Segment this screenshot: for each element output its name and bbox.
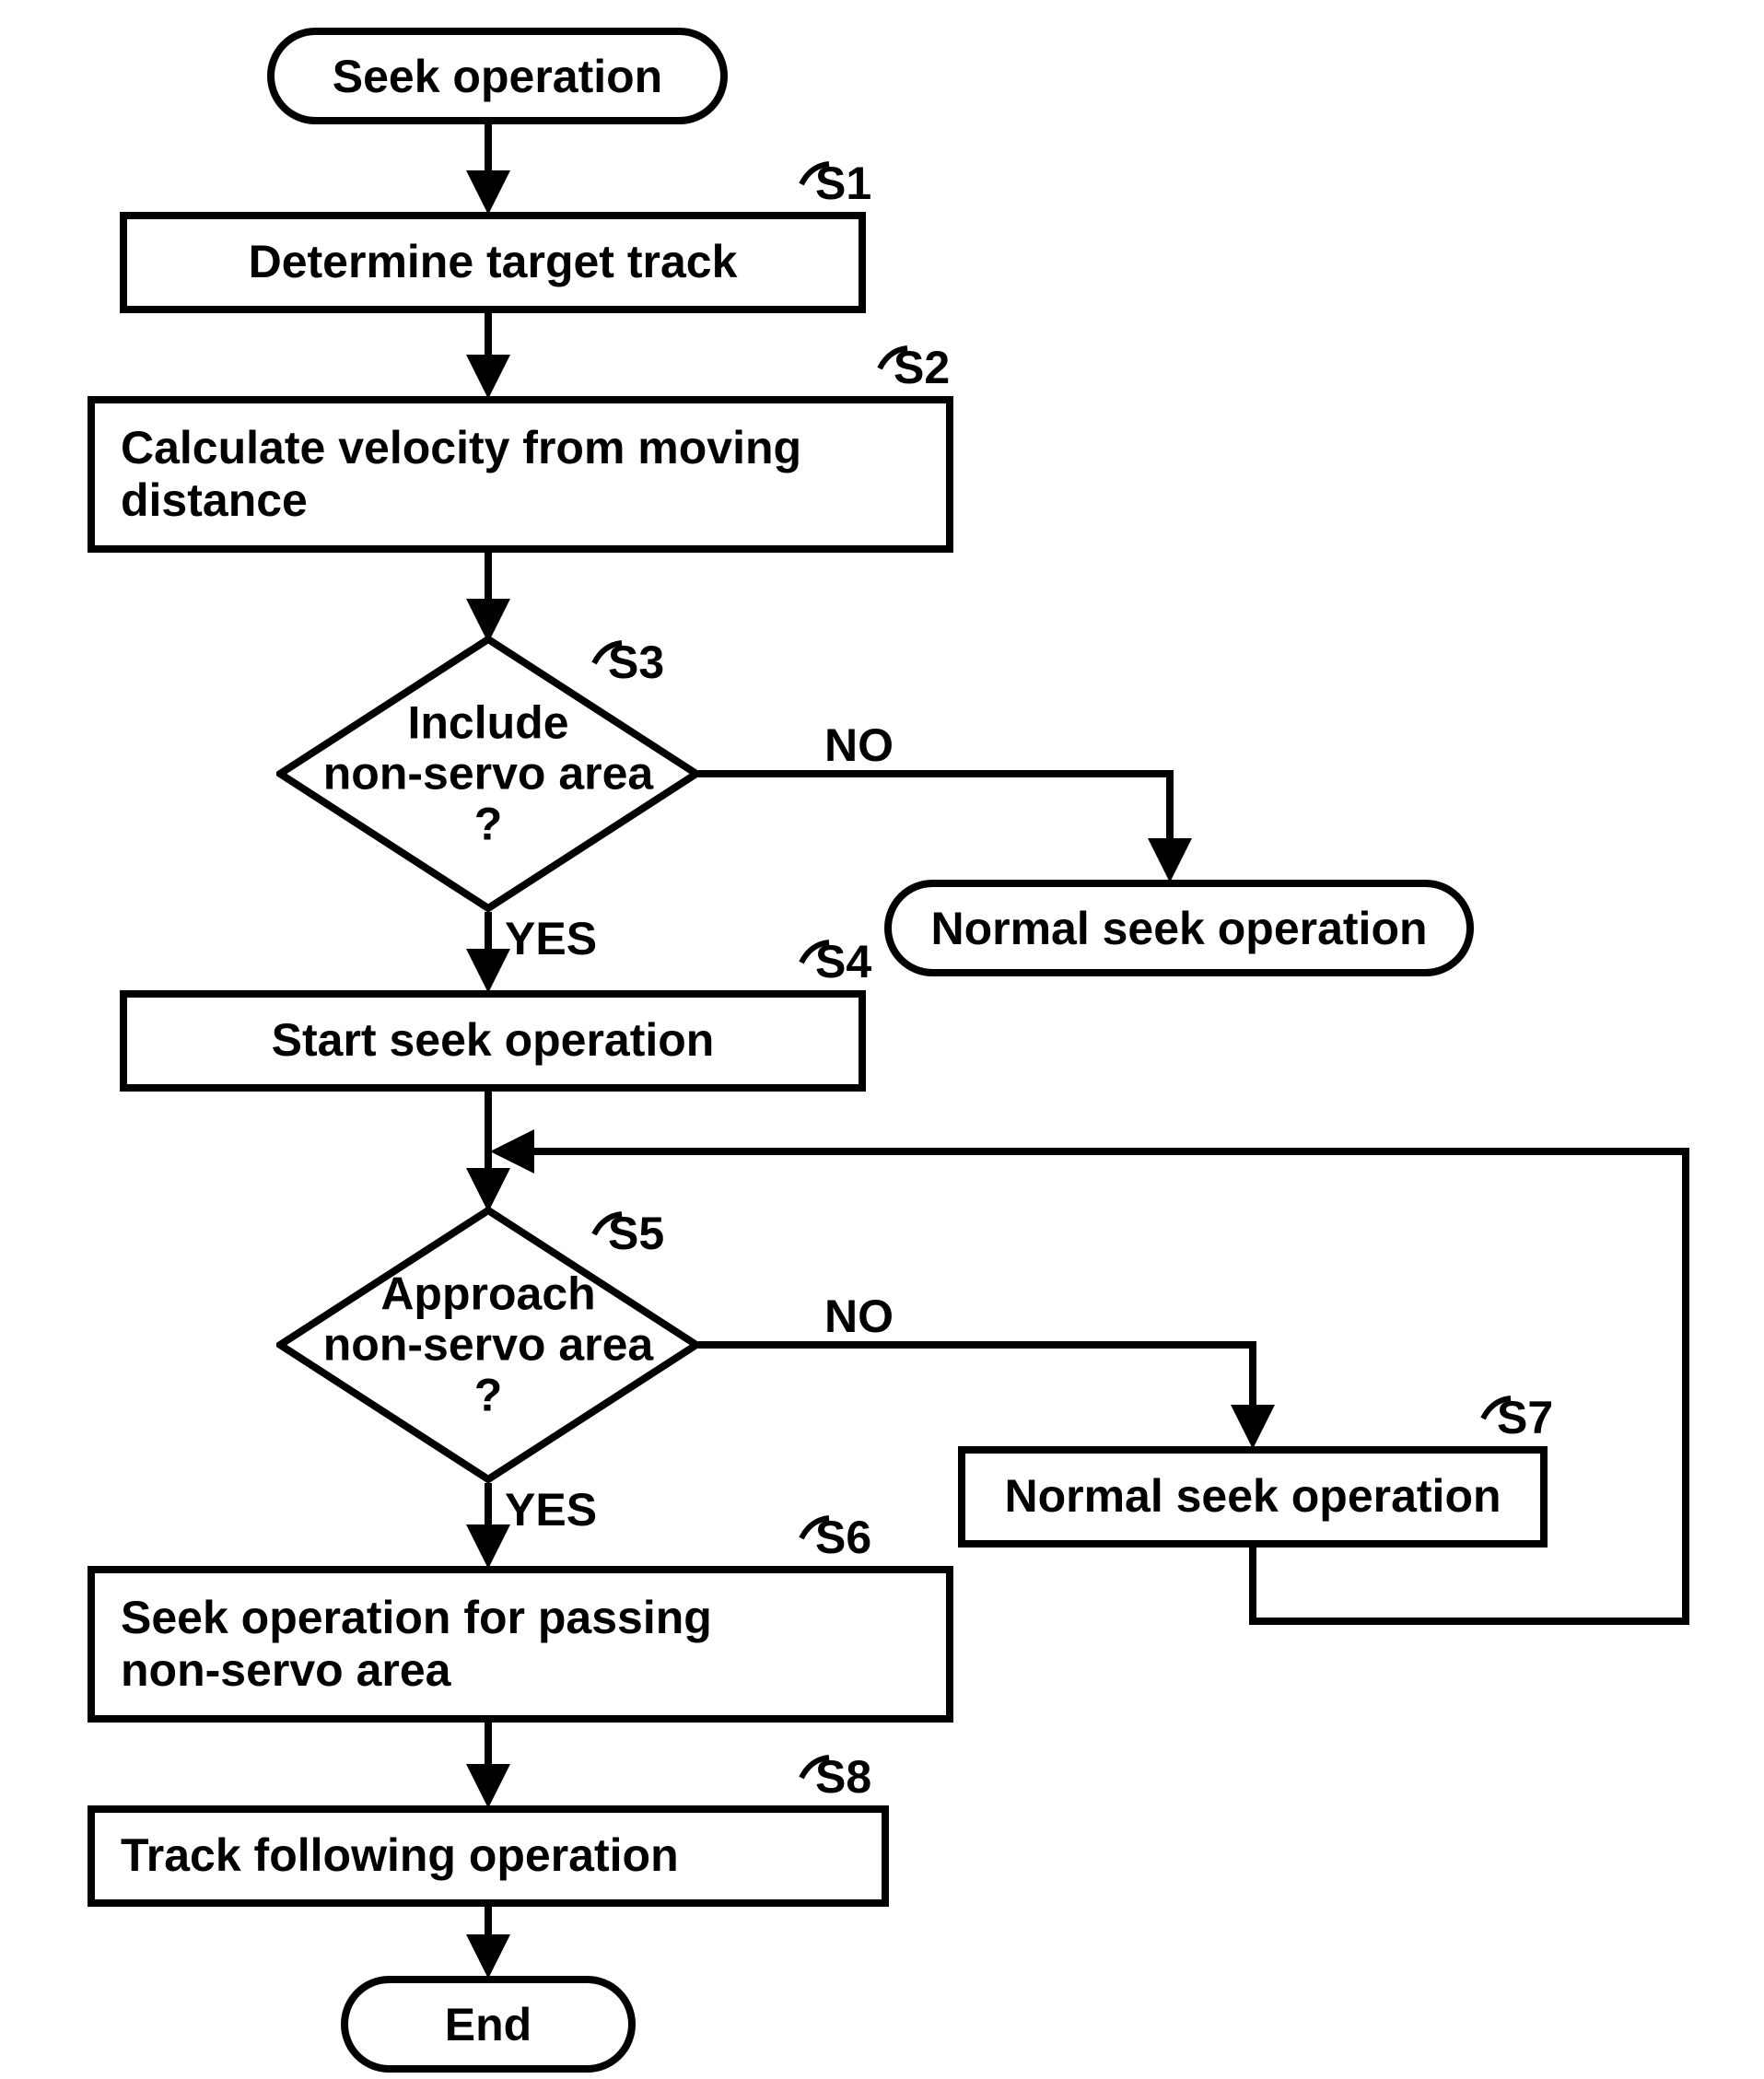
end-terminator: End: [341, 1976, 636, 2073]
end-text: End: [445, 1998, 532, 2051]
label-s7: S7: [1497, 1391, 1553, 1444]
process-s2: Calculate velocity from moving distance: [88, 396, 953, 553]
process-s8: Track following operation: [88, 1805, 889, 1907]
label-s3-no: NO: [824, 718, 894, 772]
label-s5-yes: YES: [505, 1483, 597, 1536]
decision-s3-text: Include non-servo area ?: [276, 698, 700, 850]
process-s8-text: Track following operation: [121, 1829, 679, 1883]
process-s1-text: Determine target track: [249, 236, 738, 289]
start-terminator: Seek operation: [267, 28, 728, 124]
process-s6-text: Seek operation for passing non-servo are…: [121, 1592, 712, 1698]
process-s4-text: Start seek operation: [272, 1014, 715, 1068]
process-s4: Start seek operation: [120, 990, 866, 1092]
label-s6: S6: [815, 1511, 871, 1564]
process-s7-text: Normal seek operation: [1004, 1470, 1501, 1524]
process-s1: Determine target track: [120, 212, 866, 313]
normal-seek-terminator-text: Normal seek operation: [930, 902, 1427, 955]
normal-seek-terminator: Normal seek operation: [884, 880, 1474, 976]
label-s5-no: NO: [824, 1290, 894, 1343]
label-s4: S4: [815, 935, 871, 988]
label-s5: S5: [608, 1207, 664, 1260]
process-s7: Normal seek operation: [958, 1446, 1548, 1548]
label-s2: S2: [894, 341, 950, 394]
process-s6: Seek operation for passing non-servo are…: [88, 1566, 953, 1723]
process-s2-text: Calculate velocity from moving distance: [121, 422, 801, 528]
label-s3-yes: YES: [505, 912, 597, 965]
label-s8: S8: [815, 1750, 871, 1804]
decision-s5-text: Approach non-servo area ?: [276, 1269, 700, 1421]
flowchart-canvas: Seek operation Determine target track S1…: [0, 0, 1764, 2079]
label-s3: S3: [608, 636, 664, 689]
label-s1: S1: [815, 157, 871, 210]
start-text: Seek operation: [333, 50, 662, 103]
